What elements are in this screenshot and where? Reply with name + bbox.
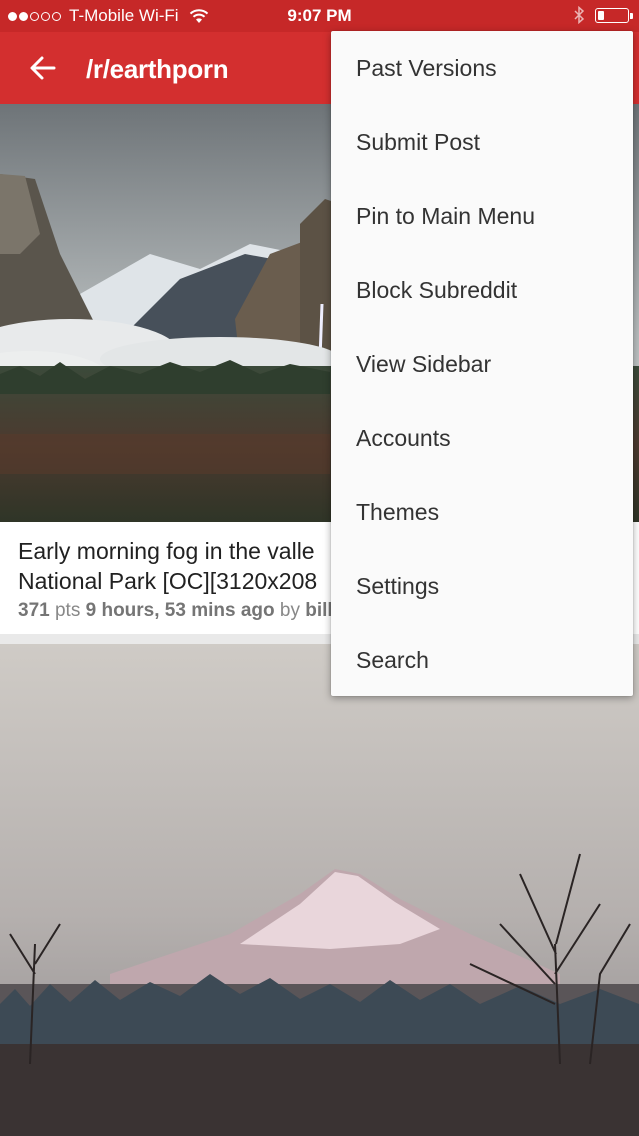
menu-item-settings[interactable]: Settings (331, 549, 633, 623)
arrow-left-icon[interactable] (28, 54, 58, 82)
menu-item-block-subreddit[interactable]: Block Subreddit (331, 253, 633, 327)
bluetooth-icon (574, 6, 585, 24)
battery-tip (630, 12, 633, 19)
post-age: 9 hours, 53 mins ago (85, 600, 275, 621)
post-points-unit: pts (54, 600, 81, 621)
status-time: 9:07 PM (287, 6, 352, 25)
post-meta: 371 pts 9 hours, 53 mins ago by billi (18, 600, 338, 622)
menu-item-submit-post[interactable]: Submit Post (331, 105, 633, 179)
overflow-menu: Past Versions Submit Post Pin to Main Me… (331, 31, 633, 696)
page-title: /r/earthporn (86, 54, 229, 84)
menu-item-past-versions[interactable]: Past Versions (331, 31, 633, 105)
post-card[interactable] (0, 644, 639, 1136)
battery-level (598, 10, 604, 20)
post-by-label: by (279, 600, 300, 621)
battery-icon (595, 7, 633, 23)
menu-item-view-sidebar[interactable]: View Sidebar (331, 327, 633, 401)
status-right (573, 6, 633, 24)
post-points: 371 (18, 600, 50, 621)
menu-item-pin-to-main-menu[interactable]: Pin to Main Menu (331, 179, 633, 253)
status-bar: T-Mobile Wi-Fi 9:07 PM (0, 0, 639, 32)
menu-item-accounts[interactable]: Accounts (331, 401, 633, 475)
menu-item-themes[interactable]: Themes (331, 475, 633, 549)
post-thumbnail-image[interactable] (0, 644, 639, 1136)
menu-item-search[interactable]: Search (331, 623, 633, 697)
